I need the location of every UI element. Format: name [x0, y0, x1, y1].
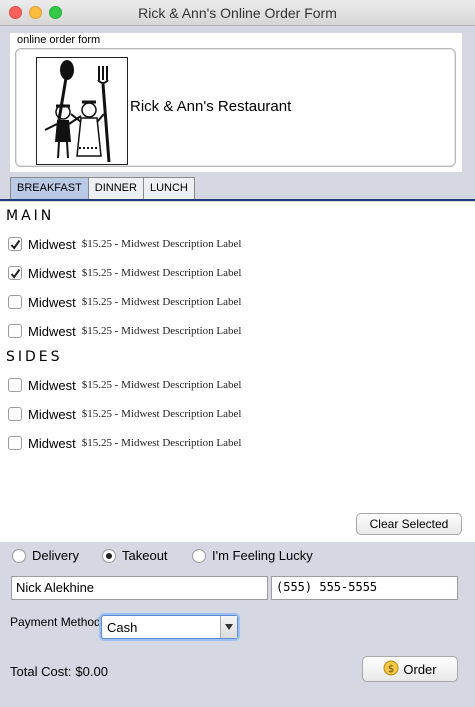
- order-button[interactable]: $ Order: [362, 656, 458, 682]
- restaurant-name: Rick & Ann's Restaurant: [130, 98, 292, 115]
- title-bar: Rick & Ann's Online Order Form: [0, 0, 475, 26]
- payment-method-select[interactable]: Cash: [101, 615, 238, 639]
- customer-name-field[interactable]: Nick Alekhine: [11, 576, 268, 600]
- radio-delivery[interactable]: Delivery: [12, 548, 79, 563]
- menu-item: Midwest $15.25 - Midwest Description Lab…: [8, 293, 241, 311]
- item-checkbox[interactable]: [8, 237, 22, 251]
- payment-method-value: Cash: [107, 620, 138, 635]
- item-description: $15.25 - Midwest Description Label: [81, 408, 242, 420]
- radio-feeling-lucky[interactable]: I'm Feeling Lucky: [192, 548, 313, 563]
- item-name: Midwest: [28, 377, 76, 393]
- item-checkbox[interactable]: [8, 378, 22, 392]
- menu-tabs: BREAKFAST DINNER LUNCH: [10, 177, 195, 200]
- radio-takeout[interactable]: Takeout: [102, 548, 168, 563]
- menu-item: Midwest $15.25 - Midwest Description Lab…: [8, 322, 241, 340]
- dropdown-arrow-icon[interactable]: [220, 616, 237, 638]
- item-name: Midwest: [28, 323, 76, 339]
- item-name: Midwest: [28, 435, 76, 451]
- total-cost: Total Cost: $0.00: [10, 664, 108, 679]
- menu-item: Midwest $15.25 - Midwest Description Lab…: [8, 376, 241, 394]
- section-title-main: MAIN: [6, 208, 55, 224]
- item-description: $15.25 - Midwest Description Label: [81, 296, 242, 308]
- item-name: Midwest: [28, 265, 76, 281]
- svg-text:$: $: [388, 664, 394, 675]
- payment-method-label: Payment Method: [10, 615, 101, 629]
- header-caption: online order form: [17, 34, 101, 46]
- takeout-radio[interactable]: [102, 548, 116, 563]
- item-name: Midwest: [28, 294, 76, 310]
- dollar-icon: $: [383, 660, 399, 679]
- order-form-window: Rick & Ann's Online Order Form online or…: [0, 0, 475, 707]
- feeling-lucky-label: I'm Feeling Lucky: [212, 548, 313, 563]
- menu-item: Midwest $15.25 - Midwest Description Lab…: [8, 235, 241, 253]
- item-checkbox[interactable]: [8, 295, 22, 309]
- takeout-label: Takeout: [122, 548, 168, 563]
- item-description: $15.25 - Midwest Description Label: [81, 325, 242, 337]
- delivery-label: Delivery: [32, 548, 79, 563]
- header-panel: online order form Rick & Ann's Restauran…: [10, 33, 462, 172]
- menu-item: Midwest $15.25 - Midwest Description Lab…: [8, 264, 241, 282]
- clear-selected-button[interactable]: Clear Selected: [356, 513, 462, 535]
- order-button-label: Order: [403, 661, 437, 677]
- item-description: $15.25 - Midwest Description Label: [81, 379, 242, 391]
- item-description: $15.25 - Midwest Description Label: [81, 437, 242, 449]
- item-checkbox[interactable]: [8, 266, 22, 280]
- order-footer: Delivery Takeout I'm Feeling Lucky Nick …: [0, 542, 475, 707]
- menu-content: MAIN Midwest $15.25 - Midwest Descriptio…: [0, 202, 475, 542]
- item-checkbox[interactable]: [8, 407, 22, 421]
- total-cost-label: Total Cost:: [10, 664, 72, 679]
- menu-item: Midwest $15.25 - Midwest Description Lab…: [8, 405, 241, 423]
- tab-breakfast[interactable]: BREAKFAST: [10, 177, 89, 200]
- item-description: $15.25 - Midwest Description Label: [81, 238, 242, 250]
- item-checkbox[interactable]: [8, 436, 22, 450]
- item-description: $15.25 - Midwest Description Label: [81, 267, 242, 279]
- phone-field[interactable]: (555) 555-5555: [271, 576, 458, 600]
- restaurant-logo: [36, 57, 128, 165]
- item-name: Midwest: [28, 406, 76, 422]
- menu-item: Midwest $15.25 - Midwest Description Lab…: [8, 434, 241, 452]
- tab-underline: [0, 199, 475, 201]
- delivery-radio[interactable]: [12, 548, 26, 563]
- item-name: Midwest: [28, 236, 76, 252]
- tab-dinner[interactable]: DINNER: [87, 177, 144, 199]
- feeling-lucky-radio[interactable]: [192, 548, 206, 563]
- window-title: Rick & Ann's Online Order Form: [138, 5, 337, 21]
- section-title-sides: SIDES: [6, 349, 63, 365]
- tab-lunch[interactable]: LUNCH: [142, 177, 195, 199]
- header-box: Rick & Ann's Restaurant: [15, 48, 456, 167]
- item-checkbox[interactable]: [8, 324, 22, 338]
- total-cost-value: $0.00: [75, 664, 108, 679]
